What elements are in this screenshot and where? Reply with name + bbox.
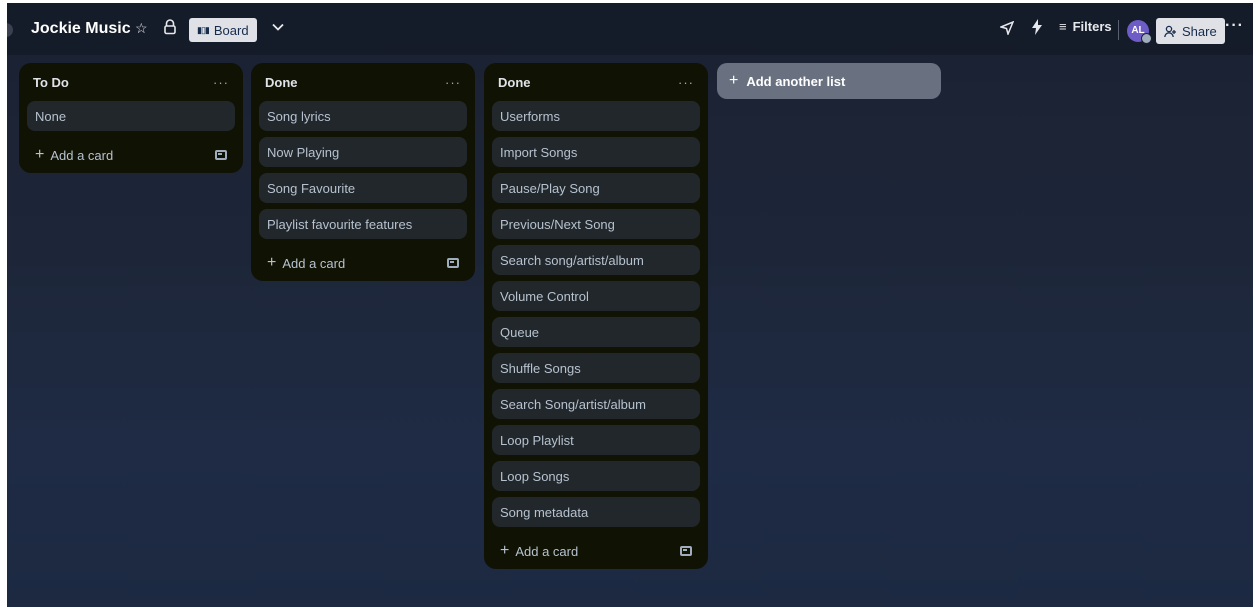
card-template-icon[interactable] bbox=[680, 546, 692, 556]
filters-label: Filters bbox=[1072, 19, 1112, 34]
admin-badge-icon bbox=[1141, 33, 1152, 44]
list-done-1[interactable]: Done ··· Song lyrics Now Playing Song Fa… bbox=[251, 63, 475, 281]
list-header: Done ··· bbox=[259, 63, 467, 101]
list-menu-icon[interactable]: ··· bbox=[213, 75, 229, 90]
add-card-label: Add a card bbox=[50, 147, 114, 163]
list-header: Done ··· bbox=[492, 63, 700, 101]
list-title[interactable]: Done bbox=[265, 75, 298, 90]
card[interactable]: Song metadata bbox=[492, 497, 700, 527]
card[interactable]: Playlist favourite features bbox=[259, 209, 467, 239]
card[interactable]: Import Songs bbox=[492, 137, 700, 167]
card[interactable]: Shuffle Songs bbox=[492, 353, 700, 383]
share-label: Share bbox=[1182, 23, 1217, 39]
add-list-label: Add another list bbox=[746, 73, 846, 89]
card[interactable]: Search song/artist/album bbox=[492, 245, 700, 275]
add-card-row: + Add a card bbox=[492, 533, 700, 569]
card[interactable]: Userforms bbox=[492, 101, 700, 131]
plus-icon: + bbox=[35, 146, 45, 163]
list-to-do[interactable]: To Do ··· None + Add a card bbox=[19, 63, 243, 173]
card[interactable]: Search Song/artist/album bbox=[492, 389, 700, 419]
list-menu-icon[interactable]: ··· bbox=[445, 75, 461, 90]
board-icon: ▮▯▮ bbox=[197, 24, 210, 35]
automation-bolt-icon[interactable] bbox=[1031, 19, 1043, 39]
power-ups-send-icon[interactable] bbox=[998, 20, 1015, 38]
add-person-icon bbox=[1164, 25, 1176, 37]
filters-button[interactable]: ≡ Filters bbox=[1059, 19, 1112, 34]
add-card-button[interactable]: + Add a card bbox=[35, 146, 113, 164]
plus-icon: + bbox=[500, 542, 510, 559]
board-canvas: › Jockie Music ☆ ▮▯▮ Board ≡ Filters AL bbox=[7, 3, 1253, 607]
plus-icon: + bbox=[267, 254, 277, 271]
board-view-button[interactable]: ▮▯▮ Board bbox=[189, 18, 257, 42]
card[interactable]: Song Favourite bbox=[259, 173, 467, 203]
add-card-button[interactable]: + Add a card bbox=[267, 254, 345, 272]
add-card-button[interactable]: + Add a card bbox=[500, 542, 578, 560]
card[interactable]: None bbox=[27, 101, 235, 131]
card[interactable]: Loop Playlist bbox=[492, 425, 700, 455]
filter-icon: ≡ bbox=[1059, 19, 1067, 34]
star-icon[interactable]: ☆ bbox=[135, 20, 148, 37]
card[interactable]: Now Playing bbox=[259, 137, 467, 167]
board-view-label: Board bbox=[213, 22, 249, 38]
board-header: › Jockie Music ☆ ▮▯▮ Board ≡ Filters AL bbox=[7, 3, 1253, 55]
add-another-list-button[interactable]: + Add another list bbox=[717, 63, 941, 99]
card[interactable]: Loop Songs bbox=[492, 461, 700, 491]
list-done-2[interactable]: Done ··· Userforms Import Songs Pause/Pl… bbox=[484, 63, 708, 569]
lock-icon[interactable] bbox=[163, 19, 177, 35]
card[interactable]: Pause/Play Song bbox=[492, 173, 700, 203]
add-card-row: + Add a card bbox=[27, 137, 235, 173]
chevron-down-icon[interactable] bbox=[271, 20, 285, 37]
add-card-label: Add a card bbox=[282, 255, 346, 271]
sidebar-expand-icon[interactable]: › bbox=[7, 23, 13, 37]
plus-icon: + bbox=[729, 72, 739, 89]
board-menu-button[interactable]: ··· bbox=[1225, 17, 1244, 35]
card[interactable]: Queue bbox=[492, 317, 700, 347]
list-menu-icon[interactable]: ··· bbox=[678, 75, 694, 90]
add-card-row: + Add a card bbox=[259, 245, 467, 281]
header-divider bbox=[1118, 20, 1119, 40]
card[interactable]: Previous/Next Song bbox=[492, 209, 700, 239]
card[interactable]: Volume Control bbox=[492, 281, 700, 311]
add-card-label: Add a card bbox=[515, 543, 579, 559]
board-title[interactable]: Jockie Music bbox=[31, 20, 131, 38]
card[interactable]: Song lyrics bbox=[259, 101, 467, 131]
list-title[interactable]: Done bbox=[498, 75, 531, 90]
share-button[interactable]: Share bbox=[1156, 18, 1225, 44]
card-template-icon[interactable] bbox=[447, 258, 459, 268]
card-template-icon[interactable] bbox=[215, 150, 227, 160]
list-header: To Do ··· bbox=[27, 63, 235, 101]
list-title[interactable]: To Do bbox=[33, 75, 69, 90]
